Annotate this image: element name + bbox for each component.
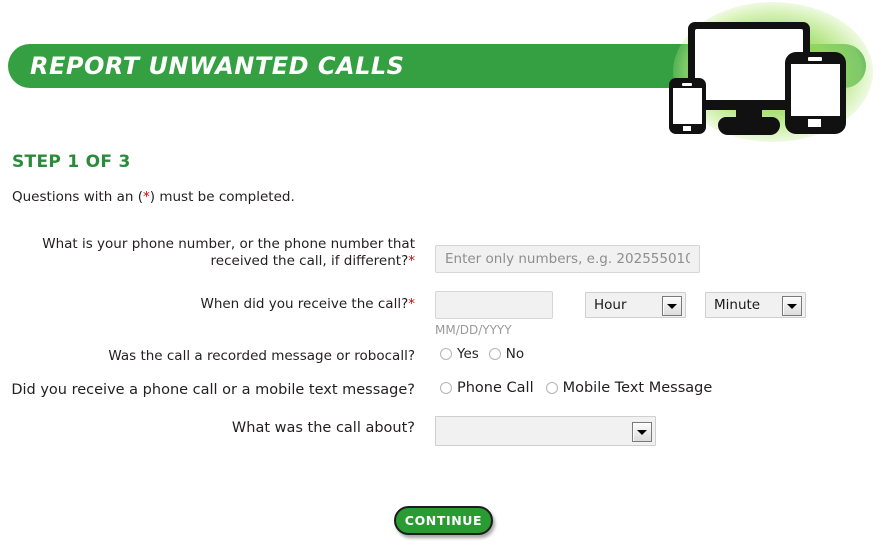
hour-select-arrow-button[interactable]: [662, 296, 682, 316]
chevron-down-icon: [667, 304, 677, 309]
mobile-phone-home-button: [683, 126, 691, 131]
page-header: REPORT UNWANTED CALLS: [0, 0, 890, 145]
call-date-label-text: When did you receive the call?: [200, 296, 409, 312]
continue-button[interactable]: CONTINUE: [394, 506, 493, 535]
phone-number-label: What is your phone number, or the phone …: [0, 236, 415, 270]
radio-icon[interactable]: [545, 382, 558, 394]
radio-icon[interactable]: [440, 382, 452, 394]
robocall-radio-group: Yes No: [440, 346, 534, 362]
call-topic-select-arrow-button[interactable]: [632, 422, 652, 442]
tablet-home-button: [808, 119, 821, 127]
hour-select-value: Hour: [594, 297, 627, 313]
call-type-option-phone-call-label: Phone Call: [457, 380, 534, 396]
radio-icon[interactable]: [440, 348, 452, 360]
mobile-phone-screen: [673, 88, 702, 124]
call-type-label: Did you receive a phone call or a mobile…: [11, 382, 415, 398]
robocall-label: Was the call a recorded message or roboc…: [108, 348, 415, 364]
continue-button-label: CONTINUE: [404, 513, 483, 528]
required-note-text-after: ) must be completed.: [149, 189, 295, 205]
phone-number-input[interactable]: [435, 245, 700, 273]
page-title: REPORT UNWANTED CALLS: [30, 52, 405, 80]
tablet-speaker: [808, 57, 822, 61]
call-type-option-text-message[interactable]: Mobile Text Message: [545, 380, 713, 396]
step-indicator: STEP 1 OF 3: [12, 152, 131, 172]
monitor-stand-base: [718, 117, 780, 135]
minute-select[interactable]: Minute: [705, 292, 806, 318]
call-type-option-text-message-label: Mobile Text Message: [562, 380, 713, 396]
radio-icon[interactable]: [488, 348, 501, 360]
call-topic-select[interactable]: [435, 416, 656, 446]
minute-select-arrow-button[interactable]: [782, 296, 802, 316]
robocall-option-yes-label: Yes: [457, 346, 479, 362]
robocall-option-yes[interactable]: Yes: [440, 346, 479, 362]
call-topic-label: What was the call about?: [231, 420, 415, 436]
mobile-phone-speaker: [682, 83, 692, 86]
call-date-format-hint: MM/DD/YYYY: [435, 323, 512, 337]
call-type-option-phone-call[interactable]: Phone Call: [440, 380, 534, 396]
hour-select[interactable]: Hour: [585, 292, 686, 318]
call-date-input[interactable]: [435, 291, 553, 319]
phone-number-required-asterisk: *: [408, 253, 415, 269]
robocall-option-no[interactable]: No: [488, 346, 525, 362]
required-note-text-before: Questions with an (: [12, 189, 144, 205]
call-date-label: When did you receive the call?*: [0, 296, 415, 313]
call-type-radio-group: Phone Call Mobile Text Message: [440, 380, 724, 396]
chevron-down-icon: [637, 430, 647, 435]
devices-illustration: [655, 0, 890, 145]
minute-select-value: Minute: [714, 297, 761, 313]
required-fields-note: Questions with an (*) must be completed.: [12, 189, 295, 205]
chevron-down-icon: [787, 304, 797, 309]
tablet-screen: [791, 64, 840, 116]
robocall-option-no-label: No: [505, 346, 525, 362]
phone-number-label-line1: What is your phone number, or the phone …: [42, 236, 415, 252]
required-asterisk: *: [143, 189, 150, 205]
phone-number-label-line2: received the call, if different?: [210, 253, 409, 269]
call-date-required-asterisk: *: [408, 296, 415, 312]
